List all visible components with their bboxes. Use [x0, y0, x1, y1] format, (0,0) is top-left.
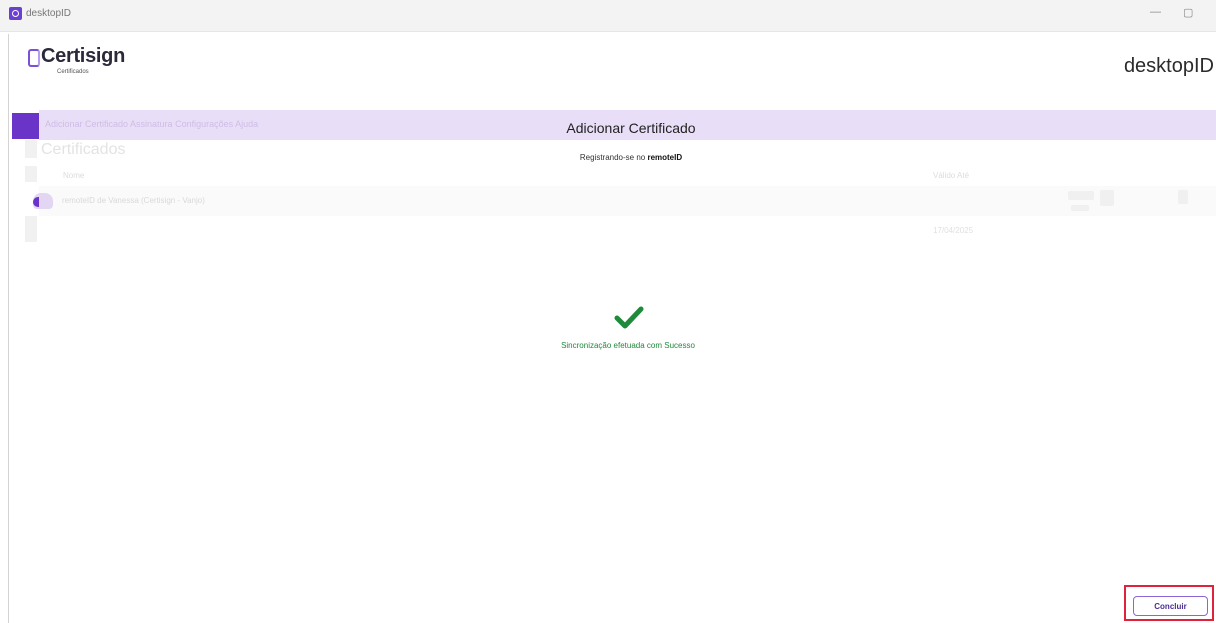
sidebar-item [25, 216, 37, 242]
certisign-logo-icon [28, 49, 40, 67]
certificate-icon [33, 193, 53, 209]
row-action [1071, 205, 1089, 211]
row-action [1068, 191, 1094, 200]
dialog-subtitle: Registrando-se no remoteID [0, 153, 1216, 162]
maximize-button[interactable]: ▢ [1183, 6, 1193, 19]
row-action [1100, 190, 1114, 206]
subtitle-emphasis: remoteID [647, 153, 683, 162]
dialog-title: Adicionar Certificado [566, 120, 696, 136]
window-title: desktopID [26, 8, 72, 19]
trash-icon [1178, 190, 1188, 204]
app-name: desktopID [1123, 55, 1214, 77]
subtitle-prefix: Registrando-se no [579, 153, 648, 162]
sidebar-item [25, 166, 37, 182]
success-message: Sincronização efetuada com Sucesso [561, 341, 695, 350]
column-header-name: Nome [63, 171, 85, 180]
minimize-button[interactable]: — [1150, 6, 1161, 18]
window-title-bar: desktopID — ▢ [0, 0, 1216, 32]
check-icon [614, 306, 644, 329]
certificate-date: 17/04/2025 [933, 226, 974, 235]
concluir-button[interactable]: Concluir [1133, 596, 1208, 616]
desktopid-app-icon [9, 7, 22, 20]
brand-subtitle: Certificados [57, 69, 89, 75]
brand-name: Certisign [41, 45, 125, 67]
column-header-valid-until: Válido Até [933, 171, 970, 180]
certificate-name: remoteID de Vanessa (Certisign - Vanjo) [62, 196, 205, 205]
table-row [39, 186, 1216, 216]
